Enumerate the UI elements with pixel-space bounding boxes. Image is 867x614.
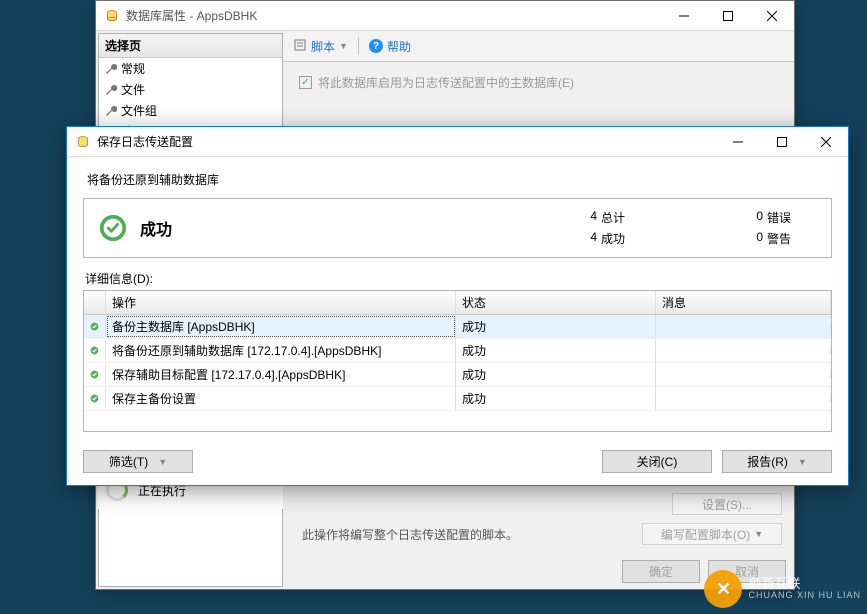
sidebar-item-general[interactable]: 常规 [99,58,282,79]
primary-db-checkbox-row[interactable]: ✓ 将此数据库启用为日志传送配置中的主数据库(E) [299,74,778,91]
detail-grid[interactable]: 操作 状态 消息 备份主数据库 [AppsDBHK] 成功 将备份还原到辅助数据… [83,290,832,432]
chevron-down-icon: ▼ [754,529,763,539]
close-button[interactable] [750,1,794,30]
success-icon [90,320,99,334]
close-button[interactable] [804,127,848,156]
sidebar-header: 选择页 [99,34,282,58]
status-label: 成功 [140,216,172,240]
sidebar-item-filegroups[interactable]: 文件组 [99,100,282,121]
grid-row[interactable]: 保存主备份设置 成功 [84,387,831,411]
checkbox-icon[interactable]: ✓ [299,76,312,89]
success-label: 成功 [601,230,651,247]
col-status[interactable]: 状态 [456,291,656,314]
right-bottom-area: 设置(S)... 此操作将编写整个日志传送配置的脚本。 编写配置脚本(O) ▼ [302,493,782,553]
filter-button[interactable]: 筛选(T) ▼ [83,450,193,473]
subheading: 将备份还原到辅助数据库 [87,171,832,188]
wrench-icon [105,63,117,75]
front-title: 保存日志传送配置 [97,133,193,150]
detail-label: 详细信息(D): [85,270,832,287]
col-message[interactable]: 消息 [656,291,831,314]
warn-label: 警告 [767,230,817,247]
total-count: 4 [569,209,597,226]
back-titlebar[interactable]: 数据库属性 - AppsDBHK [96,1,794,31]
ok-button: 确定 [622,560,700,583]
error-count: 0 [735,209,763,226]
checkbox-label: 将此数据库启用为日志传送配置中的主数据库(E) [318,74,574,91]
save-log-shipping-dialog: 保存日志传送配置 将备份还原到辅助数据库 成功 4总计 0错误 4成功 0警告 … [66,126,849,486]
watermark-sub: CHUANG XIN HU LIAN [748,591,861,601]
wrench-icon [105,105,117,117]
success-icon [90,392,99,406]
warn-count: 0 [735,230,763,247]
success-icon [98,213,128,243]
toolbar: 脚本 ▼ ? 帮助 [283,31,794,62]
script-config-button: 编写配置脚本(O) ▼ [642,523,782,545]
grid-header: 操作 状态 消息 [84,291,831,315]
chevron-down-icon: ▼ [798,457,807,467]
maximize-button[interactable] [760,127,804,156]
close-dialog-button[interactable]: 关闭(C) [602,450,712,473]
database-icon [104,8,120,24]
back-title: 数据库属性 - AppsDBHK [126,7,257,24]
database-icon [75,134,91,150]
chevron-down-icon: ▼ [158,457,167,467]
success-icon [90,344,99,358]
total-label: 总计 [601,209,651,226]
toolbar-script[interactable]: 脚本 [311,38,335,55]
wrench-icon [105,84,117,96]
watermark-main: 创新互联 [748,577,861,591]
watermark-logo-icon: ✕ [704,570,742,608]
hint-text: 此操作将编写整个日志传送配置的脚本。 [302,526,518,543]
grid-row[interactable]: 将备份还原到辅助数据库 [172.17.0.4].[AppsDBHK] 成功 [84,339,831,363]
error-label: 错误 [767,209,817,226]
success-count: 4 [569,230,597,247]
front-titlebar[interactable]: 保存日志传送配置 [67,127,848,157]
grid-row[interactable]: 备份主数据库 [AppsDBHK] 成功 [84,315,831,339]
stats-grid: 4总计 0错误 4成功 0警告 [569,209,817,247]
success-icon [90,368,99,382]
report-button[interactable]: 报告(R) ▼ [722,450,832,473]
sidebar-item-files[interactable]: 文件 [99,79,282,100]
chevron-down-icon[interactable]: ▼ [339,41,348,51]
settings-button: 设置(S)... [672,493,782,515]
toolbar-separator [358,37,359,55]
script-icon [293,38,307,55]
help-icon: ? [369,39,383,53]
minimize-button[interactable] [716,127,760,156]
grid-row[interactable]: 保存辅助目标配置 [172.17.0.4].[AppsDBHK] 成功 [84,363,831,387]
minimize-button[interactable] [662,1,706,30]
toolbar-help[interactable]: 帮助 [387,38,411,55]
status-box: 成功 4总计 0错误 4成功 0警告 [83,198,832,258]
watermark: ✕ 创新互联 CHUANG XIN HU LIAN [704,570,861,608]
maximize-button[interactable] [706,1,750,30]
col-operation[interactable]: 操作 [106,291,456,314]
